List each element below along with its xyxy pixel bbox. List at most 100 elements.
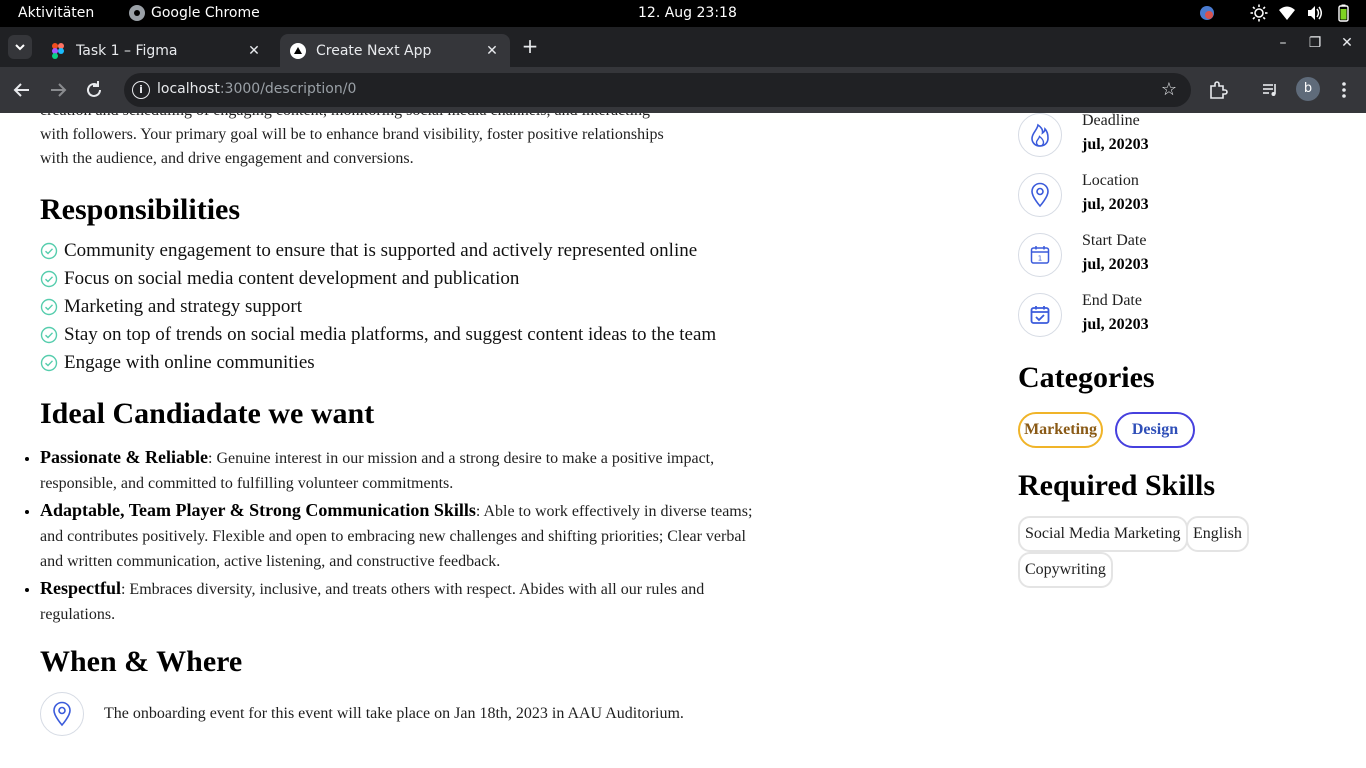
minimize-button[interactable]: – [1273,35,1293,51]
end-date-item: End Date jul, 20203 [1018,292,1149,337]
chrome-icon [129,5,145,21]
responsibilities-heading: Responsibilities [40,193,241,226]
browser-toolbar: i localhost:3000/description/0 ☆ b [0,67,1366,113]
list-item: Passionate & Reliable: Genuine interest … [40,445,760,496]
ideal-candidate-heading: Ideal Candiadate we want [40,397,375,430]
reload-button[interactable] [83,79,105,101]
trait-title: Respectful [40,578,121,598]
deadline-value: jul, 20203 [1082,136,1149,153]
required-skills-heading: Required Skills [1018,469,1216,502]
check-circle-icon [40,326,58,344]
location-label: Location [1082,172,1139,189]
responsibilities-list: Community engagement to ensure that is s… [40,237,716,377]
list-item: Stay on top of trends on social media pl… [40,321,716,349]
event-location-text: The onboarding event for this event will… [104,705,684,722]
check-circle-icon [40,354,58,372]
tab-title: Task 1 – Figma [76,42,178,59]
description-text: creation and scheduling of engaging cont… [40,113,680,171]
volume-icon[interactable] [1306,4,1324,22]
tab-strip: Task 1 – Figma ✕ Create Next App ✕ + – ❐… [0,27,1366,67]
app-menu[interactable]: Google Chrome [129,5,260,21]
arrow-left-icon [13,83,29,97]
list-item: Marketing and strategy support [40,293,716,321]
tab-create-next-app[interactable]: Create Next App ✕ [280,34,510,67]
list-item: Respectful: Embraces diversity, inclusiv… [40,576,760,627]
address-bar[interactable]: i localhost:3000/description/0 ☆ [124,73,1191,107]
media-controls-icon[interactable] [1260,79,1282,101]
start-date-label: Start Date [1082,232,1147,249]
forward-button[interactable] [47,79,69,101]
ideal-candidate-list: Passionate & Reliable: Genuine interest … [40,445,760,629]
reload-icon [87,81,101,97]
skill-tag[interactable]: Copywriting [1018,552,1113,588]
skill-tag[interactable]: English [1186,516,1249,552]
location-item: Location jul, 20203 [1018,172,1149,217]
deadline-item: Deadline jul, 20203 [1018,113,1149,157]
close-icon[interactable]: ✕ [482,43,502,59]
trait-title: Passionate & Reliable [40,447,208,467]
site-info-icon[interactable]: i [132,81,150,99]
responsibility-text: Engage with online communities [64,352,315,373]
url-text[interactable]: localhost:3000/description/0 [157,81,356,97]
location-pin-icon [40,692,84,736]
battery-icon[interactable] [1334,4,1352,22]
list-item: Adaptable, Team Player & Strong Communic… [40,498,760,574]
category-tag-design[interactable]: Design [1115,412,1195,448]
page-content: creation and scheduling of engaging cont… [0,113,1366,768]
tab-title: Create Next App [316,42,432,59]
brightness-icon[interactable] [1250,4,1268,22]
categories-heading: Categories [1018,361,1155,394]
end-date-label: End Date [1082,292,1142,309]
extensions-icon[interactable] [1207,79,1229,101]
list-item: Engage with online communities [40,349,716,377]
bookmark-star-icon[interactable]: ☆ [1161,79,1177,100]
check-circle-icon [40,270,58,288]
location-pin-icon [1018,173,1062,217]
clock[interactable]: 12. Aug 23:18 [638,5,737,21]
fire-icon [1018,113,1062,157]
category-tag-marketing[interactable]: Marketing [1018,412,1103,448]
svg-text:1: 1 [1038,255,1042,263]
responsibility-text: Marketing and strategy support [64,296,302,317]
list-item: Community engagement to ensure that is s… [40,237,716,265]
check-circle-icon [40,298,58,316]
responsibility-text: Stay on top of trends on social media pl… [64,324,717,345]
figma-icon [52,42,64,59]
end-date-value: jul, 20203 [1082,316,1149,333]
calendar-icon: 1 [1018,233,1062,277]
more-menu-icon[interactable] [1333,79,1355,101]
description-line: with followers. Your primary goal will b… [40,126,664,143]
start-date-value: jul, 20203 [1082,256,1149,273]
wifi-icon[interactable] [1278,4,1296,22]
chevron-down-icon [15,44,25,51]
description-line: with the audience, and drive engagement … [40,150,414,167]
deadline-label: Deadline [1082,113,1140,129]
system-top-bar: Aktivitäten Google Chrome 12. Aug 23:18 [0,0,1366,27]
tab-search-button[interactable] [8,35,32,59]
tab-figma[interactable]: Task 1 – Figma ✕ [40,34,272,67]
arrow-right-icon [51,83,67,97]
maximize-button[interactable]: ❐ [1305,35,1325,51]
globe-icon[interactable] [1198,4,1216,22]
when-where-heading: When & Where [40,645,243,678]
responsibility-text: Community engagement to ensure that is s… [64,240,698,261]
list-item: Focus on social media content developmen… [40,265,716,293]
system-tray[interactable] [1198,4,1352,22]
event-location-row: The onboarding event for this event will… [40,692,684,736]
activities-button[interactable]: Aktivitäten [18,5,94,21]
trait-description: : Embraces diversity, inclusive, and tre… [40,581,705,623]
close-window-button[interactable]: ✕ [1337,35,1357,51]
calendar-check-icon [1018,293,1062,337]
trait-title: Adaptable, Team Player & Strong Communic… [40,500,476,520]
start-date-item: 1 Start Date jul, 20203 [1018,232,1149,277]
new-tab-button[interactable]: + [519,35,541,57]
skill-tag[interactable]: Social Media Marketing [1018,516,1188,552]
check-circle-icon [40,242,58,260]
close-icon[interactable]: ✕ [244,43,264,59]
back-button[interactable] [11,79,33,101]
nextjs-icon [290,42,306,59]
profile-avatar[interactable]: b [1296,77,1320,101]
app-name: Google Chrome [151,5,260,21]
location-value: jul, 20203 [1082,196,1149,213]
description-line: creation and scheduling of engaging cont… [40,113,680,123]
